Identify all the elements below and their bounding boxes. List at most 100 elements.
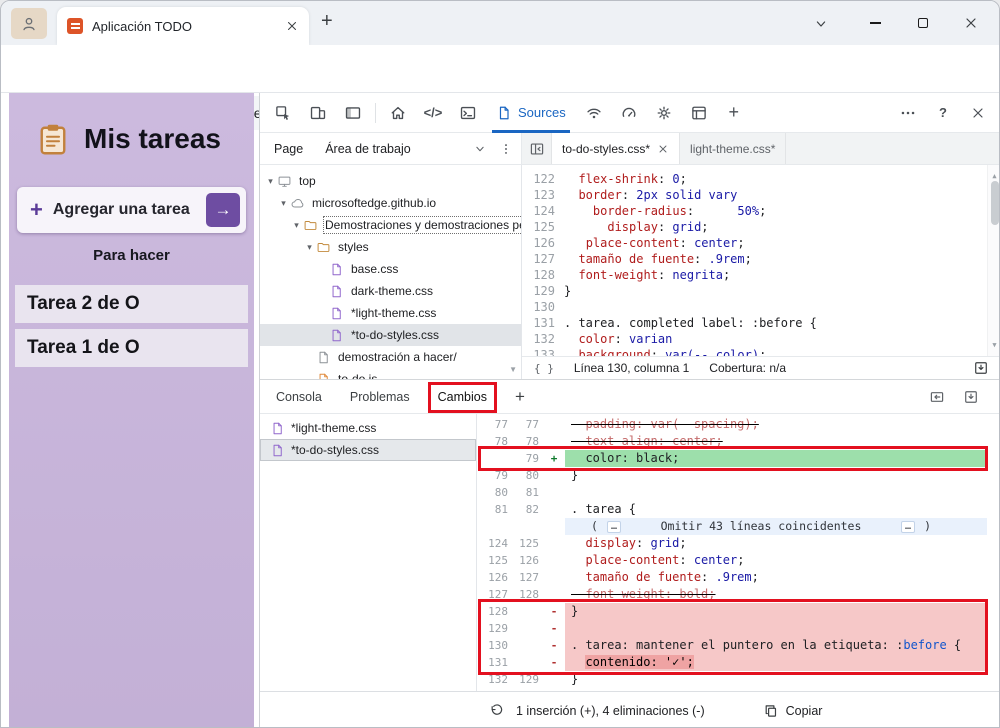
line-number[interactable]: 122 <box>522 171 555 187</box>
css-icon <box>329 306 348 321</box>
drawer: Consola Problemas Cambios + *light-theme… <box>260 379 999 727</box>
tab-page[interactable]: Page <box>274 142 303 156</box>
line-number[interactable]: 123 <box>522 187 555 203</box>
tree-item[interactable]: to-do.js <box>260 368 521 379</box>
settings-gear-icon[interactable] <box>651 100 677 126</box>
line-number[interactable]: 132 <box>522 331 555 347</box>
chevron-expanded-icon[interactable]: ▾ <box>264 176 277 187</box>
new-tab-button[interactable]: + <box>321 10 333 33</box>
submit-task-button[interactable]: → <box>206 193 240 227</box>
browser-tab[interactable]: Aplicación TODO <box>57 7 309 45</box>
scroll-down-icon[interactable]: ▼ <box>988 337 999 353</box>
editor-tab-label: to-do-styles.css* <box>562 141 651 156</box>
window-controls <box>851 1 995 45</box>
tab-workspace[interactable]: Área de trabajo <box>325 142 410 156</box>
task-item[interactable]: Tarea 1 de O <box>15 329 248 367</box>
home-icon[interactable] <box>385 100 411 126</box>
expand-panel-icon[interactable] <box>963 389 979 405</box>
add-task-button[interactable]: + Agregar una tarea → <box>17 187 246 233</box>
chevron-expanded-icon[interactable]: ▾ <box>277 198 290 209</box>
task-item[interactable]: Tarea 2 de O <box>15 285 248 323</box>
minimize-button[interactable] <box>851 1 899 45</box>
pretty-print-icon[interactable]: { } <box>534 362 554 375</box>
changed-file-item[interactable]: *light-theme.css <box>260 417 476 439</box>
sources-label: Sources <box>518 105 566 120</box>
navigator-menu-kebab-icon[interactable] <box>499 142 513 156</box>
application-icon[interactable] <box>686 100 712 126</box>
close-window-button[interactable] <box>947 1 995 45</box>
chevron-expanded-icon[interactable]: ▾ <box>290 220 303 231</box>
tree-item[interactable]: ▾ microsoftedge.github.io <box>260 192 521 214</box>
collapsed-lines-label: Omitir 43 líneas coincidentes <box>660 519 862 533</box>
scroll-thumb[interactable] <box>991 181 999 225</box>
line-number[interactable]: 124 <box>522 203 555 219</box>
line-number[interactable]: 131 <box>522 315 555 331</box>
tree-item[interactable]: ▾ Demostraciones y demostraciones pendien… <box>260 214 521 236</box>
tree-item-label: base.css <box>351 262 399 276</box>
tree-item[interactable]: base.css <box>260 258 521 280</box>
app-title: Mis tareas <box>84 123 221 154</box>
arrow-right-icon: → <box>214 200 232 219</box>
css-file-icon <box>270 421 289 436</box>
line-number[interactable]: 129 <box>522 283 555 299</box>
css-icon <box>329 262 348 277</box>
editor-tab-to-do-styles[interactable]: to-do-styles.css* <box>552 133 681 164</box>
line-number[interactable]: 130 <box>522 299 555 315</box>
tree-item[interactable]: demostración a hacer/ <box>260 346 521 368</box>
panel-layout-icon[interactable] <box>340 100 366 126</box>
tab-console[interactable]: Consola <box>276 390 322 404</box>
tree-item[interactable]: ▾ top <box>260 170 521 192</box>
more-tools-plus-icon[interactable]: + <box>721 100 747 126</box>
tab-close-icon[interactable] <box>285 19 299 33</box>
box-arrow-icon[interactable] <box>973 360 989 376</box>
close-devtools-icon[interactable] <box>965 100 991 126</box>
elements-icon[interactable]: </> <box>420 100 446 126</box>
changed-file-item[interactable]: *to-do-styles.css <box>260 439 476 461</box>
diff-collapsed-row[interactable]: (… Omitir 43 líneas coincidentes…) <box>477 518 999 535</box>
maximize-button[interactable] <box>899 1 947 45</box>
line-number[interactable]: 126 <box>522 235 555 251</box>
js-icon <box>316 372 335 379</box>
tree-item[interactable]: *light-theme.css <box>260 302 521 324</box>
performance-icon[interactable] <box>616 100 642 126</box>
scroll-down-icon[interactable]: ▼ <box>509 365 517 374</box>
toggle-navigator-icon[interactable] <box>522 133 552 164</box>
tree-item[interactable]: dark-theme.css <box>260 280 521 302</box>
diff-row: 81 82. tarea { <box>494 502 637 516</box>
dock-panel-icon[interactable] <box>929 389 945 405</box>
todo-section-heading: Para hacer <box>93 247 170 264</box>
diff-summary: 1 inserción (+), 4 eliminaciones (-) <box>516 703 705 718</box>
overflow-chevron-icon[interactable] <box>473 142 487 156</box>
editor-code[interactable]: flex-shrink: 0; border: 2px solid vary b… <box>564 171 999 356</box>
network-icon[interactable] <box>581 100 607 126</box>
diff-row: 79 + color: black; <box>477 450 999 467</box>
close-tab-icon[interactable] <box>657 143 669 155</box>
copy-label[interactable]: Copiar <box>786 704 823 718</box>
diff-row: 132 129} <box>488 672 579 686</box>
add-drawer-tab-icon[interactable]: + <box>515 387 525 407</box>
tab-changes[interactable]: Cambios <box>427 381 498 413</box>
inspect-icon[interactable] <box>270 100 296 126</box>
line-number[interactable]: 133 <box>522 347 555 356</box>
profile-avatar-button[interactable] <box>11 8 47 39</box>
revert-icon[interactable] <box>488 703 504 719</box>
help-icon[interactable]: ? <box>930 100 956 126</box>
chevron-expanded-icon[interactable]: ▾ <box>303 242 316 253</box>
line-number[interactable]: 128 <box>522 267 555 283</box>
console-icon[interactable] <box>455 100 481 126</box>
code-editor[interactable]: 122 123 124 125 126 127 128 129 130 131 132 133 fle… <box>522 165 999 356</box>
editor-tab-light-theme[interactable]: light-theme.css* <box>680 133 787 164</box>
device-emulation-icon[interactable] <box>305 100 331 126</box>
diff-row: 130-. tarea: mantener el puntero en la e… <box>477 637 999 654</box>
tree-item[interactable]: *to-do-styles.css <box>260 324 521 346</box>
copy-icon[interactable] <box>763 703 779 719</box>
tree-item[interactable]: ▾ styles <box>260 236 521 258</box>
line-number[interactable]: 125 <box>522 219 555 235</box>
tab-issues[interactable]: Problemas <box>350 390 410 404</box>
tab-sources[interactable]: Sources <box>490 93 572 133</box>
line-number[interactable]: 127 <box>522 251 555 267</box>
tab-search-chevron-icon[interactable] <box>813 16 829 32</box>
more-options-icon[interactable] <box>895 100 921 126</box>
editor-scrollbar[interactable]: ▲ ▼ <box>987 165 999 356</box>
